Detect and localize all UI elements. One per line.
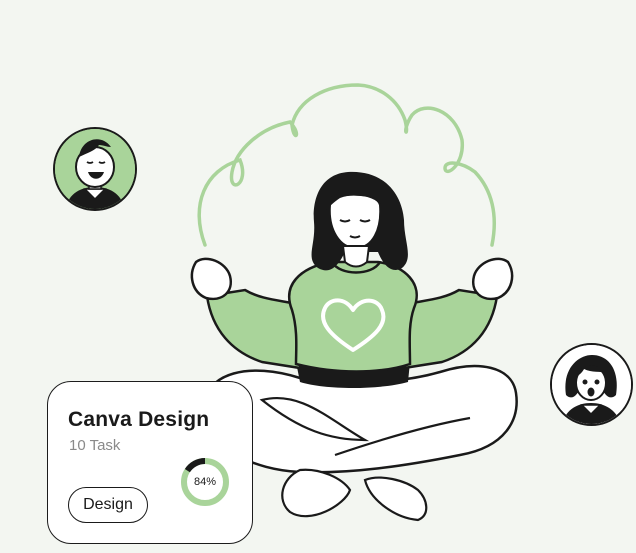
progress-label: 84%	[193, 476, 217, 488]
left-arm	[205, 288, 304, 370]
woman-avatar-icon	[550, 343, 633, 426]
sweater	[287, 260, 418, 373]
man-avatar-icon	[53, 127, 137, 211]
neck	[341, 245, 371, 268]
left-foot	[281, 468, 352, 518]
right-fist	[471, 257, 514, 301]
left-fist	[190, 257, 233, 301]
card-title: Canva Design	[68, 408, 210, 431]
design-tag-button[interactable]: Design	[68, 487, 148, 523]
task-card[interactable]: Canva Design 10 Task 84% Design	[47, 381, 253, 544]
task-count: 10 Task	[69, 437, 121, 454]
right-foot	[363, 476, 428, 522]
